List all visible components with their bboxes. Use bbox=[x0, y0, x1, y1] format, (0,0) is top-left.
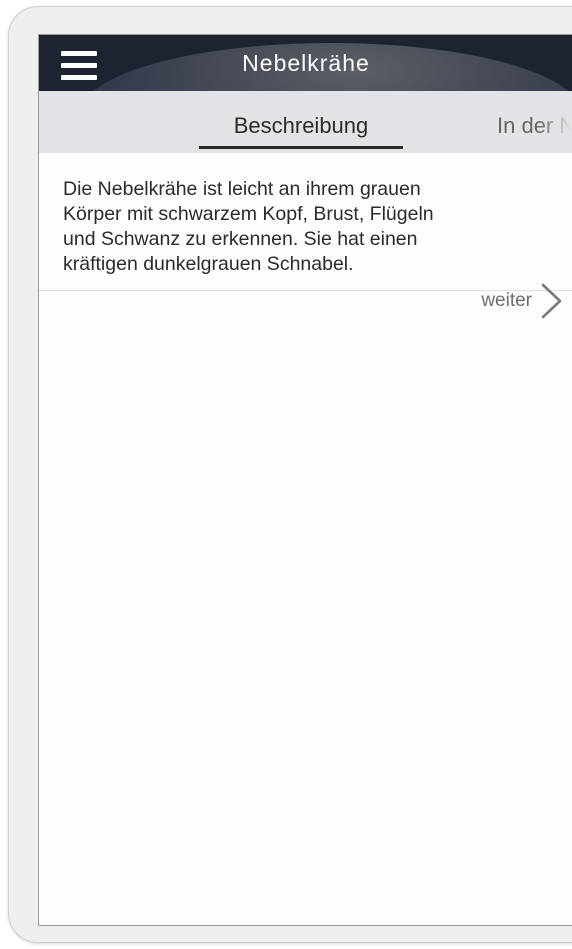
tab-bar: Beschreibung In der Natur bbox=[39, 91, 572, 153]
page-title: Nebelkrähe bbox=[242, 50, 370, 76]
app-bar: Nebelkrähe bbox=[39, 35, 572, 91]
next-button[interactable]: weiter bbox=[481, 281, 564, 321]
tab-beschreibung[interactable]: Beschreibung bbox=[199, 113, 403, 139]
description-text: Die Nebelkrähe ist leicht an ihrem graue… bbox=[39, 153, 572, 291]
description-line: und Schwanz zu erkennen. Sie hat einen bbox=[63, 228, 418, 250]
description-line: kräftigen dunkelgrauen Schnabel. bbox=[63, 253, 354, 275]
next-label: weiter bbox=[481, 290, 532, 311]
chevron-right-icon bbox=[541, 283, 562, 319]
description-line: Die Nebelkrähe ist leicht an ihrem graue… bbox=[63, 178, 421, 200]
app-screen: Nebelkrähe Beschreibung In der Natur Die… bbox=[38, 34, 572, 926]
tab-bar-fade bbox=[538, 91, 572, 153]
active-tab-indicator bbox=[199, 146, 403, 149]
description-line: Körper mit schwarzem Kopf, Brust, Flügel… bbox=[63, 203, 434, 225]
